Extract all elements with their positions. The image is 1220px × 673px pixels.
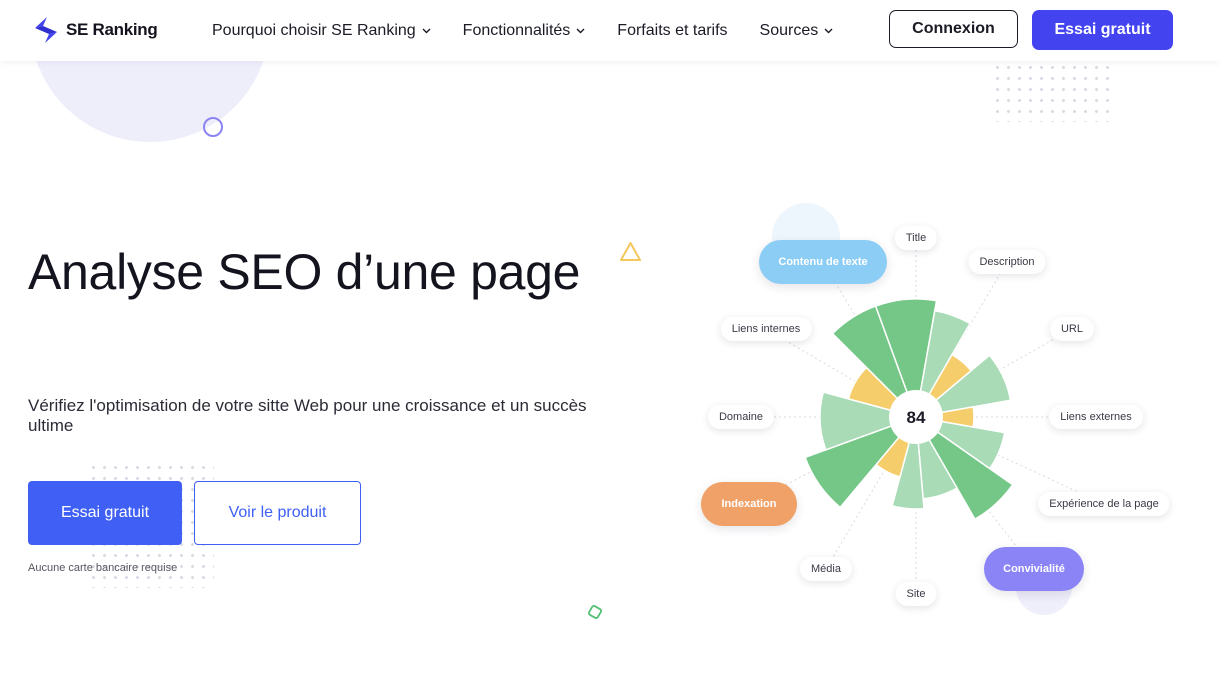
chevron-down-icon (576, 28, 585, 33)
nav-item-label: Sources (759, 21, 819, 39)
nav-item-why[interactable]: Pourquoi choisir SE Ranking (212, 22, 431, 40)
hero-subtitle: Vérifiez l'optimisation de votre sitte W… (28, 396, 587, 435)
chart-label: Expérience de la page (1038, 492, 1170, 516)
chart-label: Domaine (707, 405, 775, 429)
main-nav: Pourquoi choisir SE Ranking Fonctionnali… (212, 0, 865, 61)
logo-text: SE Ranking (66, 20, 158, 39)
decorative-ring (203, 117, 223, 137)
nav-item-pricing[interactable]: Forfaits et tarifs (617, 22, 727, 40)
chart-label: Liens externes (1049, 405, 1143, 429)
view-product-button[interactable]: Voir le produit (194, 481, 361, 545)
chart-label: Description (968, 250, 1046, 274)
no-card-note: Aucune carte bancaire requise (28, 562, 178, 574)
chart-label: Liens internes (720, 317, 812, 341)
page-title: Analyse SEO d’une page (28, 244, 581, 300)
nav-item-label: Fonctionnalités (462, 21, 571, 39)
chart-label: URL (1049, 317, 1095, 341)
chart-label: Title (894, 226, 938, 250)
login-button[interactable]: Connexion (889, 10, 1018, 48)
site-header: SE Ranking Pourquoi choisir SE Ranking F… (0, 0, 1220, 61)
chart-label: Site (895, 582, 937, 606)
chevron-down-icon (422, 28, 431, 33)
chart-label: Média (800, 557, 852, 581)
nav-item-label: Forfaits et tarifs (617, 21, 728, 39)
chart-category-pill: Indexation (701, 482, 797, 526)
nav-item-sources[interactable]: Sources (760, 22, 834, 40)
trial-button[interactable]: Essai gratuit (28, 481, 182, 545)
decorative-square (588, 605, 602, 619)
chart-category-pill: Contenu de texte (759, 240, 887, 284)
nav-item-label: Pourquoi choisir SE Ranking (212, 21, 416, 39)
header-trial-button[interactable]: Essai gratuit (1032, 10, 1173, 50)
decorative-dot-grid (992, 62, 1116, 122)
logo-icon (35, 17, 57, 43)
logo[interactable]: SE Ranking (32, 15, 158, 45)
nav-item-features[interactable]: Fonctionnalités (463, 22, 586, 40)
chevron-down-icon (824, 28, 833, 33)
decorative-triangle (620, 242, 641, 261)
score-value: 84 (907, 408, 926, 427)
chart-category-pill: Convivialité (984, 547, 1084, 591)
